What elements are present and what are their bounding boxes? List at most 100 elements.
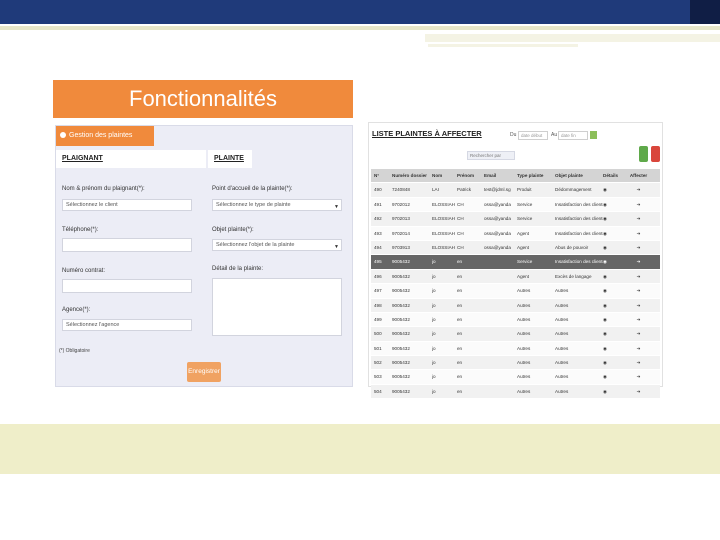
complaint-point-label: Point d'accueil de la plainte(*): [212,186,293,192]
view-details-icon[interactable]: ◉ [603,385,626,398]
table-row[interactable]: 499 9005432 jo en Autres Autres ◉ ➔ [371,312,660,328]
view-details-icon[interactable]: ◉ [603,212,626,225]
last-name: jo [432,331,436,337]
view-details-icon[interactable]: ◉ [603,241,626,254]
table-row[interactable]: 497 9005432 jo en Autres Autres ◉ ➔ [371,284,660,299]
last-name: jo [432,345,436,351]
first-name: en [457,273,463,279]
view-details-icon[interactable]: ◉ [603,313,626,326]
assign-arrow-icon[interactable]: ➔ [626,342,651,355]
table-row[interactable]: 491 9702012 ELOSSIAH CH ossa@yanda Service Ins… [371,197,660,213]
assign-arrow-icon[interactable]: ➔ [626,255,651,268]
assign-arrow-icon[interactable]: ➔ [626,227,651,240]
first-name: CH [457,216,464,222]
view-details-icon[interactable]: ◉ [603,299,626,312]
row-number: 504 [374,388,382,394]
view-details-icon[interactable]: ◉ [603,183,626,196]
export-pdf-button[interactable] [651,146,660,162]
complaint-type: Service [517,216,533,222]
view-details-icon[interactable]: ◉ [603,270,626,283]
first-name: en [457,288,463,294]
row-number: 493 [374,230,382,236]
complaint-form-panel: Gestion des plaintes PLAIGNANT PLAINTE N… [55,125,353,387]
assign-arrow-icon[interactable]: ➔ [626,299,651,312]
search-input[interactable]: Rechercher par [467,151,515,160]
complaint-object-select[interactable]: Sélectionnez l'objet de la plainte ▼ [212,239,342,251]
complaint-type: Agent [517,244,530,250]
row-number: 497 [374,288,382,294]
last-name: jo [432,288,436,294]
save-button[interactable]: Enregistrer [187,362,221,382]
assign-arrow-icon[interactable]: ➔ [626,327,651,340]
table-row[interactable]: 490 7240848 LAI Patrick test@jdml.sg Produit D… [371,183,660,198]
contract-input[interactable] [62,279,192,293]
table-row[interactable]: 495 9005432 jo en Service Insatisfaction des … [371,255,660,270]
email [484,284,517,297]
first-name: CH [457,244,464,250]
chevron-down-icon: ▼ [334,244,339,250]
tab-plaignant[interactable]: PLAIGNANT [56,150,206,168]
date-from-input[interactable]: date début [518,131,548,140]
assign-arrow-icon[interactable]: ➔ [626,313,651,326]
view-details-icon[interactable]: ◉ [603,227,626,240]
file-number: 9005432 [392,374,410,380]
view-details-icon[interactable]: ◉ [603,370,626,383]
complaint-detail-textarea[interactable] [212,278,342,336]
table-row[interactable]: 492 9702013 ELOSSIAH CH ossa@yanda Service Ins… [371,212,660,227]
assign-arrow-icon[interactable]: ➔ [626,212,651,225]
table-row[interactable]: 500 9005432 jo en Autres Autres ◉ ➔ [371,327,660,342]
last-name: ELOSSIAH [432,244,455,250]
top-line [0,26,720,30]
date-to-input[interactable]: date fin [558,131,588,140]
view-details-icon[interactable]: ◉ [603,342,626,355]
client-name-input[interactable]: Sélectionnez le client [62,199,192,211]
view-details-icon[interactable]: ◉ [603,198,626,211]
email [484,356,517,369]
assign-arrow-icon[interactable]: ➔ [626,385,651,398]
complaint-type: Autres [517,316,531,322]
first-name: CH [457,201,464,207]
first-name: en [457,360,463,366]
assign-arrow-icon[interactable]: ➔ [626,370,651,383]
table-row[interactable]: 493 9702014 ELOSSIAH CH ossa@yanda Agent Insat… [371,226,660,241]
view-details-icon[interactable]: ◉ [603,356,626,369]
assign-arrow-icon[interactable]: ➔ [626,356,651,369]
last-name: LAI [432,187,439,193]
complaint-type-select[interactable]: Sélectionnez le type de plainte ▼ [212,199,342,211]
tab-plainte[interactable]: PLAINTE [208,150,252,168]
table-row[interactable]: 498 9005432 jo en Autres Autres ◉ ➔ [371,298,660,313]
assign-arrow-icon[interactable]: ➔ [626,284,651,297]
email [484,385,517,398]
table-row[interactable]: 501 9005432 jo en Autres Autres ◉ ➔ [371,341,660,357]
agency-select[interactable]: Sélectionnez l'agence [62,319,192,331]
file-number: 7240848 [392,187,410,193]
table-row[interactable]: 502 9005432 jo en Autres Autres ◉ ➔ [371,356,660,371]
table-row[interactable]: 504 9005432 jo en Autres Autres ◉ ➔ [371,384,660,400]
phone-input[interactable] [62,238,192,252]
complaint-object: Abus de pouvoir [555,244,589,250]
email [484,255,517,268]
complaint-detail-label: Détail de la plainte: [212,266,264,272]
view-details-icon[interactable]: ◉ [603,284,626,297]
assign-arrow-icon[interactable]: ➔ [626,270,651,283]
col-header: Objet plainte [555,173,583,178]
table-row[interactable]: 494 9703913 ELOSSIAH CH ossa@yanda Agent Abus … [371,240,660,256]
email: ossa@yanda [484,244,511,250]
view-details-icon[interactable]: ◉ [603,255,626,268]
required-note: (*) Obligatoire [59,348,90,354]
export-excel-button[interactable] [639,146,648,162]
complaint-type: Autres [517,374,531,380]
email: test@jdml.sg [484,187,511,193]
row-number: 496 [374,273,382,279]
assign-arrow-icon[interactable]: ➔ [626,198,651,211]
table-row[interactable]: 496 9005432 jo en Agent Excès de langage ◉ ➔ [371,269,660,285]
complaint-object-value: Sélectionnez l'objet de la plainte [216,242,295,248]
table-row[interactable]: 503 9005432 jo en Autres Autres ◉ ➔ [371,370,660,385]
complaints-list-panel: LISTE PLAINTES À AFFECTER Du date début … [368,122,663,400]
assign-arrow-icon[interactable]: ➔ [626,183,651,196]
view-details-icon[interactable]: ◉ [603,327,626,340]
form-header[interactable]: Gestion des plaintes [56,126,154,146]
assign-arrow-icon[interactable]: ➔ [626,241,651,254]
col-header: Nom [432,173,443,178]
search-go-button[interactable] [590,131,597,139]
